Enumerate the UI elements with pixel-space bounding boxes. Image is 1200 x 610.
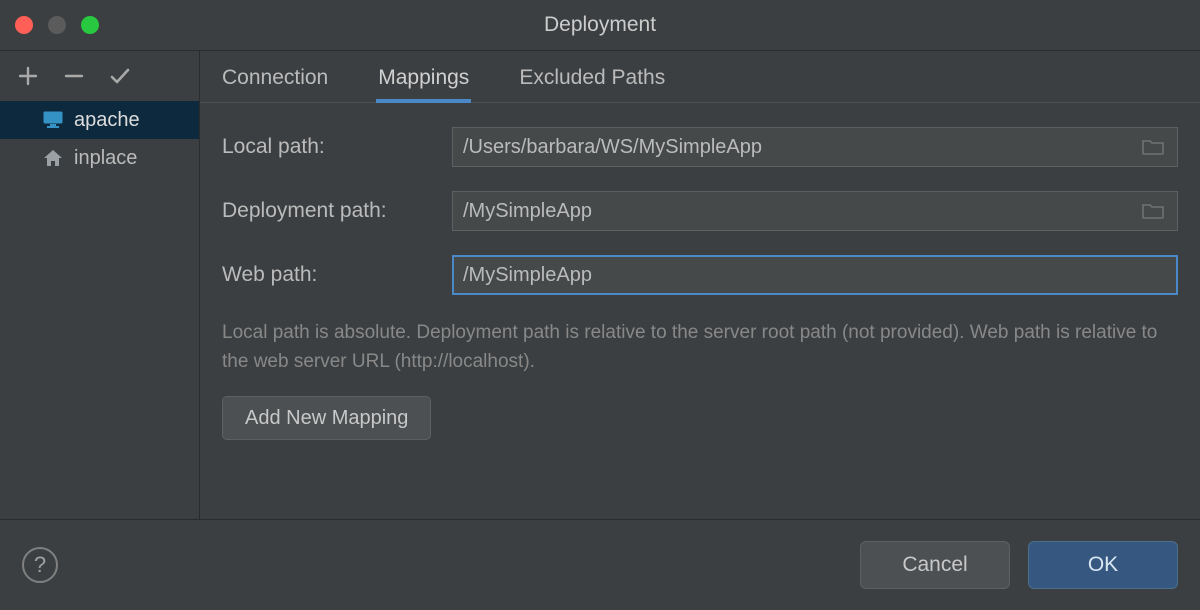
sidebar-item-label: apache bbox=[74, 109, 140, 132]
deployment-path-input[interactable] bbox=[463, 192, 1139, 230]
browse-deployment-path-button[interactable] bbox=[1139, 192, 1167, 230]
close-window-button[interactable] bbox=[15, 16, 33, 34]
help-text: Local path is absolute. Deployment path … bbox=[222, 319, 1178, 376]
tab-excluded-paths[interactable]: Excluded Paths bbox=[519, 54, 665, 102]
add-server-button[interactable] bbox=[15, 63, 41, 89]
maximize-window-button[interactable] bbox=[81, 16, 99, 34]
tab-mappings[interactable]: Mappings bbox=[378, 54, 469, 102]
row-deployment-path: Deployment path: bbox=[222, 191, 1178, 231]
content-panel: Connection Mappings Excluded Paths Local… bbox=[200, 51, 1200, 519]
browse-local-path-button[interactable] bbox=[1139, 128, 1167, 166]
server-monitor-icon bbox=[42, 109, 64, 131]
deployment-path-label: Deployment path: bbox=[222, 199, 452, 223]
sidebar-item-apache[interactable]: apache bbox=[0, 101, 199, 139]
titlebar: Deployment bbox=[0, 0, 1200, 50]
help-button[interactable]: ? bbox=[22, 547, 58, 583]
local-path-label: Local path: bbox=[222, 135, 452, 159]
sidebar: apache inplace bbox=[0, 51, 200, 519]
cancel-button[interactable]: Cancel bbox=[860, 541, 1010, 589]
dialog-footer: ? Cancel OK bbox=[0, 520, 1200, 610]
web-path-label: Web path: bbox=[222, 263, 452, 287]
sidebar-item-label: inplace bbox=[74, 147, 137, 170]
server-list: apache inplace bbox=[0, 101, 199, 519]
add-new-mapping-button[interactable]: Add New Mapping bbox=[222, 396, 431, 440]
local-path-input[interactable] bbox=[463, 128, 1139, 166]
row-web-path: Web path: bbox=[222, 255, 1178, 295]
deployment-path-field-wrap bbox=[452, 191, 1178, 231]
home-icon bbox=[42, 147, 64, 169]
web-path-field-wrap bbox=[452, 255, 1178, 295]
minimize-window-button[interactable] bbox=[48, 16, 66, 34]
main-area: apache inplace Connection Mappings Exclu… bbox=[0, 50, 1200, 520]
window-controls bbox=[0, 16, 99, 34]
tab-connection[interactable]: Connection bbox=[222, 54, 328, 102]
tab-bar: Connection Mappings Excluded Paths bbox=[200, 51, 1200, 103]
ok-button[interactable]: OK bbox=[1028, 541, 1178, 589]
remove-server-button[interactable] bbox=[61, 63, 87, 89]
sidebar-item-inplace[interactable]: inplace bbox=[0, 139, 199, 177]
web-path-input[interactable] bbox=[463, 257, 1167, 293]
window-title: Deployment bbox=[0, 13, 1200, 37]
row-local-path: Local path: bbox=[222, 127, 1178, 167]
local-path-field-wrap bbox=[452, 127, 1178, 167]
set-default-button[interactable] bbox=[107, 63, 133, 89]
mappings-form: Local path: Deployment path: bbox=[200, 103, 1200, 450]
sidebar-toolbar bbox=[0, 51, 199, 101]
